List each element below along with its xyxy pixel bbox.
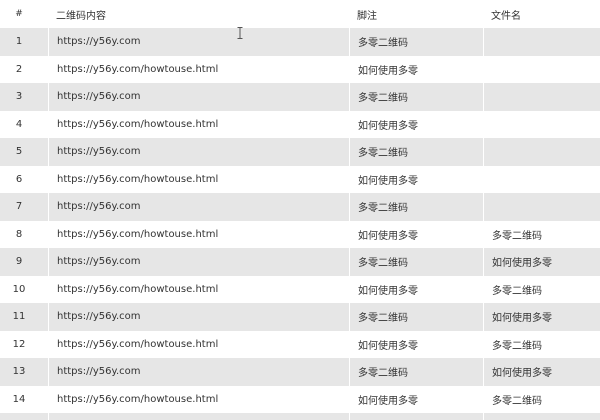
row-note: 多零二维码 <box>349 193 483 221</box>
row-index: 4 <box>0 110 48 138</box>
row-content: https://y56y.com <box>48 28 349 56</box>
row-content: https://y56y.com <box>48 303 349 331</box>
table-row[interactable]: 9 https://y56y.com 多零二维码 如何使用多零 <box>0 248 600 276</box>
table-row[interactable]: 6 https://y56y.com/howtouse.html 如何使用多零 <box>0 165 600 193</box>
row-file <box>483 83 600 111</box>
row-file <box>483 413 600 420</box>
row-content: https://y56y.com/howtouse.html <box>48 220 349 248</box>
row-file: 如何使用多零 <box>483 358 600 386</box>
row-index: 12 <box>0 330 48 358</box>
row-content: https://y56y.com <box>48 138 349 166</box>
row-file: 多零二维码 <box>483 275 600 303</box>
row-note: 如何使用多零 <box>349 55 483 83</box>
row-index <box>0 413 48 420</box>
row-note <box>349 413 483 420</box>
row-content: https://y56y.com/howtouse.html <box>48 275 349 303</box>
table-row[interactable]: 7 https://y56y.com 多零二维码 <box>0 193 600 221</box>
row-file <box>483 138 600 166</box>
row-note: 如何使用多零 <box>349 220 483 248</box>
row-content: https://y56y.com/howtouse.html <box>48 330 349 358</box>
row-index: 1 <box>0 28 48 56</box>
table-row[interactable]: 5 https://y56y.com 多零二维码 <box>0 138 600 166</box>
row-index: 14 <box>0 385 48 413</box>
table-row[interactable]: 14 https://y56y.com/howtouse.html 如何使用多零 多零… <box>0 385 600 413</box>
row-file: 多零二维码 <box>483 220 600 248</box>
row-file <box>483 110 600 138</box>
row-file <box>483 28 600 56</box>
row-file <box>483 55 600 83</box>
column-header-content: 二维码内容 <box>56 10 106 22</box>
qr-data-table: # 二维码内容 脚注 文件名 1 https://y56y.com 多零二维码 2 ht… <box>0 0 600 420</box>
table-body: 1 https://y56y.com 多零二维码 2 https://y56y.com/… <box>0 28 600 420</box>
table-row[interactable]: 13 https://y56y.com 多零二维码 如何使用多零 <box>0 358 600 386</box>
row-file: 多零二维码 <box>483 330 600 358</box>
row-content: https://y56y.com <box>48 358 349 386</box>
row-index: 13 <box>0 358 48 386</box>
row-index: 8 <box>0 220 48 248</box>
row-note: 如何使用多零 <box>349 275 483 303</box>
table-row[interactable]: 8 https://y56y.com/howtouse.html 如何使用多零 多零二… <box>0 220 600 248</box>
table-row[interactable]: 1 https://y56y.com 多零二维码 <box>0 28 600 56</box>
row-file: 如何使用多零 <box>483 248 600 276</box>
row-note: 多零二维码 <box>349 28 483 56</box>
table-row[interactable]: 3 https://y56y.com 多零二维码 <box>0 83 600 111</box>
table-row[interactable] <box>0 413 600 420</box>
row-content: https://y56y.com/howtouse.html <box>48 55 349 83</box>
row-content <box>48 413 349 420</box>
row-index: 3 <box>0 83 48 111</box>
row-index: 6 <box>0 165 48 193</box>
row-index: 9 <box>0 248 48 276</box>
row-note: 多零二维码 <box>349 303 483 331</box>
row-content: https://y56y.com/howtouse.html <box>48 385 349 413</box>
table-row[interactable]: 4 https://y56y.com/howtouse.html 如何使用多零 <box>0 110 600 138</box>
row-note: 如何使用多零 <box>349 165 483 193</box>
row-note: 多零二维码 <box>349 248 483 276</box>
row-file: 如何使用多零 <box>483 303 600 331</box>
table-row[interactable]: 11 https://y56y.com 多零二维码 如何使用多零 <box>0 303 600 331</box>
row-file <box>483 165 600 193</box>
text-cursor-icon <box>237 27 243 39</box>
table-row[interactable]: 12 https://y56y.com/howtouse.html 如何使用多零 多零… <box>0 330 600 358</box>
column-header-index: # <box>15 9 23 19</box>
row-content: https://y56y.com/howtouse.html <box>48 165 349 193</box>
column-header-note: 脚注 <box>357 10 377 22</box>
row-content: https://y56y.com <box>48 193 349 221</box>
row-note: 多零二维码 <box>349 138 483 166</box>
row-file: 多零二维码 <box>483 385 600 413</box>
row-content: https://y56y.com <box>48 83 349 111</box>
row-note: 如何使用多零 <box>349 110 483 138</box>
row-content: https://y56y.com/howtouse.html <box>48 110 349 138</box>
row-index: 7 <box>0 193 48 221</box>
row-file <box>483 193 600 221</box>
row-note: 多零二维码 <box>349 358 483 386</box>
table-row[interactable]: 2 https://y56y.com/howtouse.html 如何使用多零 <box>0 55 600 83</box>
row-index: 5 <box>0 138 48 166</box>
row-index: 10 <box>0 275 48 303</box>
table-header: # 二维码内容 脚注 文件名 <box>0 0 600 28</box>
row-content: https://y56y.com <box>48 248 349 276</box>
row-note: 如何使用多零 <box>349 385 483 413</box>
row-index: 2 <box>0 55 48 83</box>
row-note: 多零二维码 <box>349 83 483 111</box>
row-index: 11 <box>0 303 48 331</box>
row-note: 如何使用多零 <box>349 330 483 358</box>
column-header-file: 文件名 <box>491 10 521 22</box>
table-row[interactable]: 10 https://y56y.com/howtouse.html 如何使用多零 多零… <box>0 275 600 303</box>
